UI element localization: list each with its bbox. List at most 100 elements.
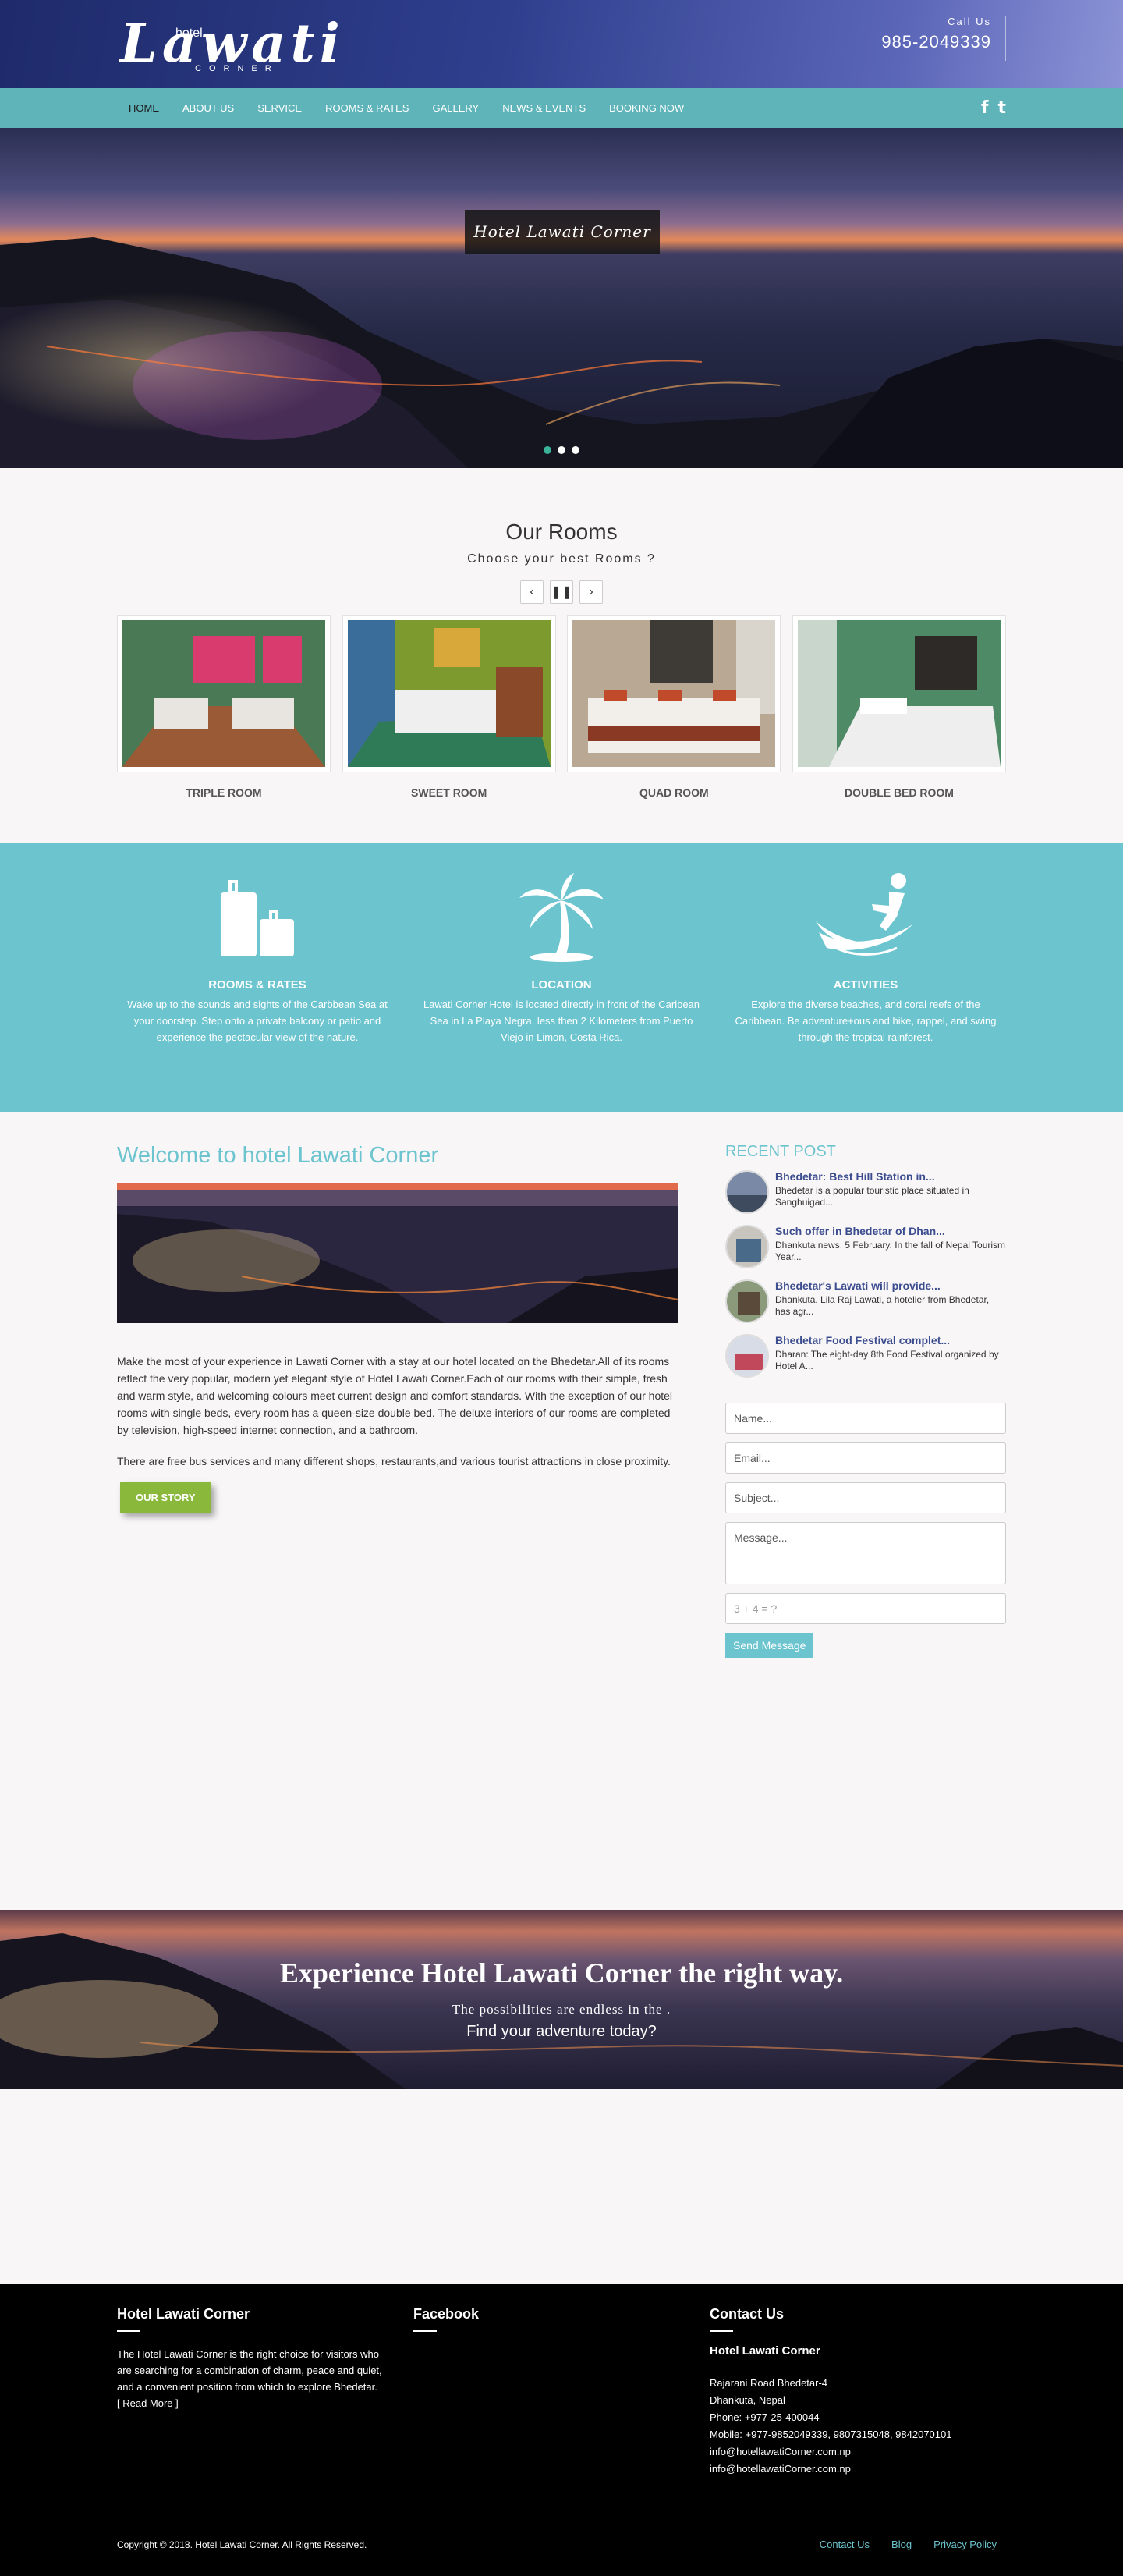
logo-sub-text: CORNER — [195, 64, 279, 73]
post-thumbnail — [725, 1279, 769, 1323]
carousel-controls: ‹ ❚❚ › — [117, 580, 1006, 604]
footer-contact-title: Contact Us — [710, 2306, 785, 2322]
footer-divider — [117, 2330, 140, 2332]
post-excerpt: Dhankuta news, 5 February. In the fall o… — [775, 1240, 1006, 1262]
feature-text: Wake up to the sounds and sights of the … — [127, 999, 388, 1043]
footer-links: Contact Us Blog Privacy Policy — [820, 2539, 997, 2550]
rooms-title: Our Rooms — [505, 520, 618, 544]
room-card[interactable]: SWEET ROOM — [342, 615, 556, 799]
feature-title: ROOMS & RATES — [208, 978, 306, 992]
subject-field[interactable]: Subject... — [725, 1482, 1006, 1513]
site-header: hotel Lawati CORNER Call Us 985-2049339 — [0, 0, 1123, 88]
recent-post-item[interactable]: Bhedetar's Lawati will provide... Dhanku… — [725, 1279, 1006, 1325]
main-nav: HOME ABOUT US SERVICE ROOMS & RATES GALL… — [117, 88, 1006, 128]
room-name: TRIPLE ROOM — [186, 786, 262, 799]
banner-tagline: Find your adventure today? — [466, 2023, 657, 2040]
nav-gallery[interactable]: GALLERY — [420, 88, 491, 128]
empty-spacer — [0, 2089, 1123, 2284]
welcome-landscape-photo — [117, 1183, 678, 1323]
feature-activities: ACTIVITIES Explore the diverse beaches, … — [725, 866, 1006, 1045]
site-logo[interactable]: hotel Lawati CORNER — [117, 9, 340, 80]
footer-link-privacy-policy[interactable]: Privacy Policy — [933, 2539, 997, 2550]
footer-address-line-2: Dhankuta, Nepal — [710, 2394, 785, 2406]
footer-company-name: Hotel Lawati Corner — [710, 2344, 820, 2358]
footer-bottom: Copyright © 2018. Hotel Lawati Corner. A… — [117, 2539, 1006, 2550]
recent-post-item[interactable]: Bhedetar Food Festival complet... Dharan… — [725, 1334, 1006, 1379]
carousel-next-button[interactable]: › — [579, 580, 603, 604]
post-excerpt: Dharan: The eight-day 8th Food Festival … — [775, 1349, 999, 1371]
our-rooms-section: Our Rooms Choose your best Rooms ? ‹ ❚❚ … — [0, 468, 1123, 843]
footer-divider — [413, 2330, 437, 2332]
post-title[interactable]: Bhedetar: Best Hill Station in... — [775, 1170, 1006, 1183]
footer-phone: Phone: +977-25-400044 — [710, 2411, 820, 2423]
name-field[interactable]: Name... — [725, 1403, 1006, 1434]
feature-text: Lawati Corner Hotel is located directly … — [423, 999, 700, 1043]
feature-rooms-rates: ROOMS & RATES Wake up to the sounds and … — [117, 866, 398, 1045]
welcome-paragraph-2: There are free bus services and many dif… — [117, 1455, 671, 1467]
footer-about-text: The Hotel Lawati Corner is the right cho… — [117, 2348, 382, 2393]
footer-link-blog[interactable]: Blog — [891, 2539, 912, 2550]
banner-title: Experience Hotel Lawati Corner the right… — [279, 1957, 844, 1989]
hero-slider: Hotel Lawati Corner — [0, 128, 1123, 468]
footer-mobile: Mobile: +977-9852049339, 9807315048, 984… — [710, 2429, 952, 2440]
message-field[interactable]: Message... — [725, 1522, 1006, 1584]
send-message-button[interactable]: Send Message — [725, 1633, 814, 1658]
slider-dot[interactable] — [558, 446, 565, 454]
footer-facebook: Facebook — [413, 2306, 710, 2478]
main-content: Welcome to hotel Lawati Corner Make the … — [0, 1112, 1123, 1910]
surfer-icon — [816, 873, 912, 956]
post-title[interactable]: Such offer in Bhedetar of Dhan... — [775, 1225, 1006, 1237]
welcome-paragraph-1: Make the most of your experience in Lawa… — [117, 1355, 673, 1436]
feature-title: ACTIVITIES — [833, 978, 898, 992]
room-photo — [122, 620, 325, 767]
luggage-icon — [221, 880, 294, 956]
slider-dot[interactable] — [544, 446, 551, 454]
carousel-prev-button[interactable]: ‹ — [520, 580, 544, 604]
hero-landscape-image — [0, 237, 1123, 468]
call-us-number[interactable]: 985-2049339 — [881, 32, 991, 52]
post-title[interactable]: Bhedetar Food Festival complet... — [775, 1334, 1006, 1347]
read-more-link[interactable]: [ Read More ] — [117, 2397, 179, 2409]
slider-dot[interactable] — [572, 446, 579, 454]
twitter-icon[interactable]: t — [997, 98, 1006, 118]
room-photo — [347, 620, 551, 767]
nav-rooms-rates[interactable]: ROOMS & RATES — [314, 88, 420, 128]
post-title[interactable]: Bhedetar's Lawati will provide... — [775, 1279, 1006, 1292]
our-story-button[interactable]: OUR STORY — [120, 1482, 211, 1513]
slider-dots — [544, 446, 579, 454]
email-field[interactable]: Email... — [725, 1442, 1006, 1474]
welcome-title: Welcome to hotel Lawati Corner — [117, 1143, 439, 1168]
carousel-pause-button[interactable]: ❚❚ — [550, 580, 573, 604]
room-name: QUAD ROOM — [639, 786, 709, 799]
room-card[interactable]: DOUBLE BED ROOM — [792, 615, 1006, 799]
recent-post-item[interactable]: Bhedetar: Best Hill Station in... Bhedet… — [725, 1170, 1006, 1215]
feature-title: LOCATION — [531, 978, 592, 992]
footer-address-line-1: Rajarani Road Bhedetar-4 — [710, 2377, 828, 2389]
room-photo-frame — [117, 615, 331, 772]
post-excerpt: Dhankuta. Lila Raj Lawati, a hotelier fr… — [775, 1294, 990, 1317]
nav-booking-now[interactable]: BOOKING NOW — [597, 88, 696, 128]
nav-service[interactable]: SERVICE — [246, 88, 314, 128]
facebook-icon[interactable]: f — [981, 98, 989, 118]
footer-link-contact-us[interactable]: Contact Us — [820, 2539, 870, 2550]
footer-contact: Contact Us Hotel Lawati Corner Rajarani … — [710, 2306, 1006, 2478]
footer-about: Hotel Lawati Corner The Hotel Lawati Cor… — [117, 2306, 413, 2478]
nav-about-us[interactable]: ABOUT US — [171, 88, 246, 128]
recent-post-title: RECENT POST — [725, 1143, 836, 1160]
room-photo — [572, 620, 776, 767]
call-us-label: Call Us — [948, 16, 991, 27]
footer-email-2[interactable]: info@hotellawatiCorner.com.np — [710, 2461, 1006, 2478]
nav-home[interactable]: HOME — [117, 88, 171, 128]
recent-post-item[interactable]: Such offer in Bhedetar of Dhan... Dhanku… — [725, 1225, 1006, 1270]
footer-facebook-title: Facebook — [413, 2306, 480, 2322]
post-thumbnail — [725, 1170, 769, 1214]
footer-email-1[interactable]: info@hotellawatiCorner.com.np — [710, 2443, 1006, 2461]
room-card[interactable]: TRIPLE ROOM — [117, 615, 331, 799]
copyright-text: Copyright © 2018. Hotel Lawati Corner. A… — [117, 2539, 367, 2550]
nav-news-events[interactable]: NEWS & EVENTS — [491, 88, 597, 128]
footer-divider — [710, 2330, 733, 2332]
room-card[interactable]: QUAD ROOM — [567, 615, 781, 799]
captcha-field[interactable]: 3 + 4 = ? — [725, 1593, 1006, 1624]
feature-list: ROOMS & RATES Wake up to the sounds and … — [117, 843, 1006, 1045]
footer-about-title: Hotel Lawati Corner — [117, 2306, 250, 2322]
